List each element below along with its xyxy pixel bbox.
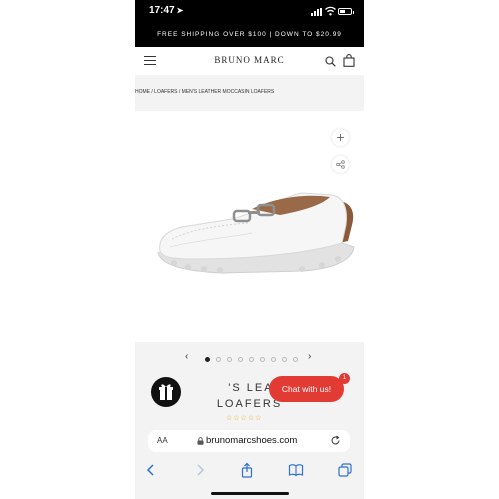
carousel-dot[interactable] [293,357,298,362]
rating-stars[interactable]: ☆☆☆☆☆ [226,414,262,422]
lock-icon [197,437,204,445]
carousel-dot[interactable] [282,357,287,362]
battery-fill [340,10,345,13]
forward-icon[interactable] [192,462,208,478]
url-text: brunomarcshoes.com [206,435,298,446]
status-bar: 17:47 ➤ [135,0,364,23]
browser-toolbar [135,456,364,499]
carousel-dot[interactable] [271,357,276,362]
battery-icon [338,8,354,15]
product-image[interactable] [152,181,362,281]
tabs-icon[interactable] [337,462,353,478]
breadcrumb-text[interactable]: HOME / LOAFERS / MEN'S LEATHER MOCCASIN … [135,89,274,95]
wifi-icon [325,6,336,16]
reader-aa-button[interactable]: AA [157,436,168,445]
status-time: 17:47 ➤ [149,5,183,16]
chat-notification-badge: 1 [339,373,350,384]
plus-icon[interactable] [332,129,349,146]
address-field[interactable]: AA brunomarcshoes.com [148,430,350,452]
share-glyph [336,160,345,169]
carousel-dot[interactable] [227,357,232,362]
carousel-dot[interactable] [205,357,210,362]
reload-icon[interactable] [330,435,341,446]
promo-banner[interactable]: FREE SHIPPING OVER $100 | DOWN TO $20.99 [135,23,364,47]
signal-icon [311,8,323,16]
carousel-prev-button[interactable]: ‹ [185,352,188,362]
carousel-next-button[interactable]: › [308,352,311,362]
product-gallery[interactable] [135,111,364,342]
book-icon[interactable] [288,462,304,478]
home-indicator[interactable] [211,492,289,495]
site-header: BRUNO MARC [135,47,364,76]
location-arrow-icon: ➤ [176,6,184,15]
breadcrumb: HOME / LOAFERS / MEN'S LEATHER MOCCASIN … [135,75,364,111]
carousel-dot[interactable] [216,357,221,362]
chat-button[interactable]: Chat with us! [269,376,344,402]
share-icon[interactable] [332,156,349,173]
clock-text: 17:47 [149,5,175,16]
share-icon[interactable] [239,462,255,478]
gift-icon[interactable] [151,377,181,407]
phone-screen: 17:47 ➤ FREE SHIPPING OVER $100 | DOWN TO… [135,0,364,499]
zoom-plus-glyph [337,134,344,141]
image-carousel-pager: ‹ › [135,342,364,376]
back-icon[interactable] [143,462,159,478]
search-icon[interactable] [325,56,336,67]
gift-glyph [159,384,173,400]
shopping-bag-icon[interactable] [343,54,355,67]
carousel-dot[interactable] [260,357,265,362]
promo-text: FREE SHIPPING OVER $100 | DOWN TO $20.99 [157,31,342,38]
browser-address-bar: AA brunomarcshoes.com [135,426,364,456]
carousel-dot[interactable] [249,357,254,362]
carousel-dot[interactable] [238,357,243,362]
